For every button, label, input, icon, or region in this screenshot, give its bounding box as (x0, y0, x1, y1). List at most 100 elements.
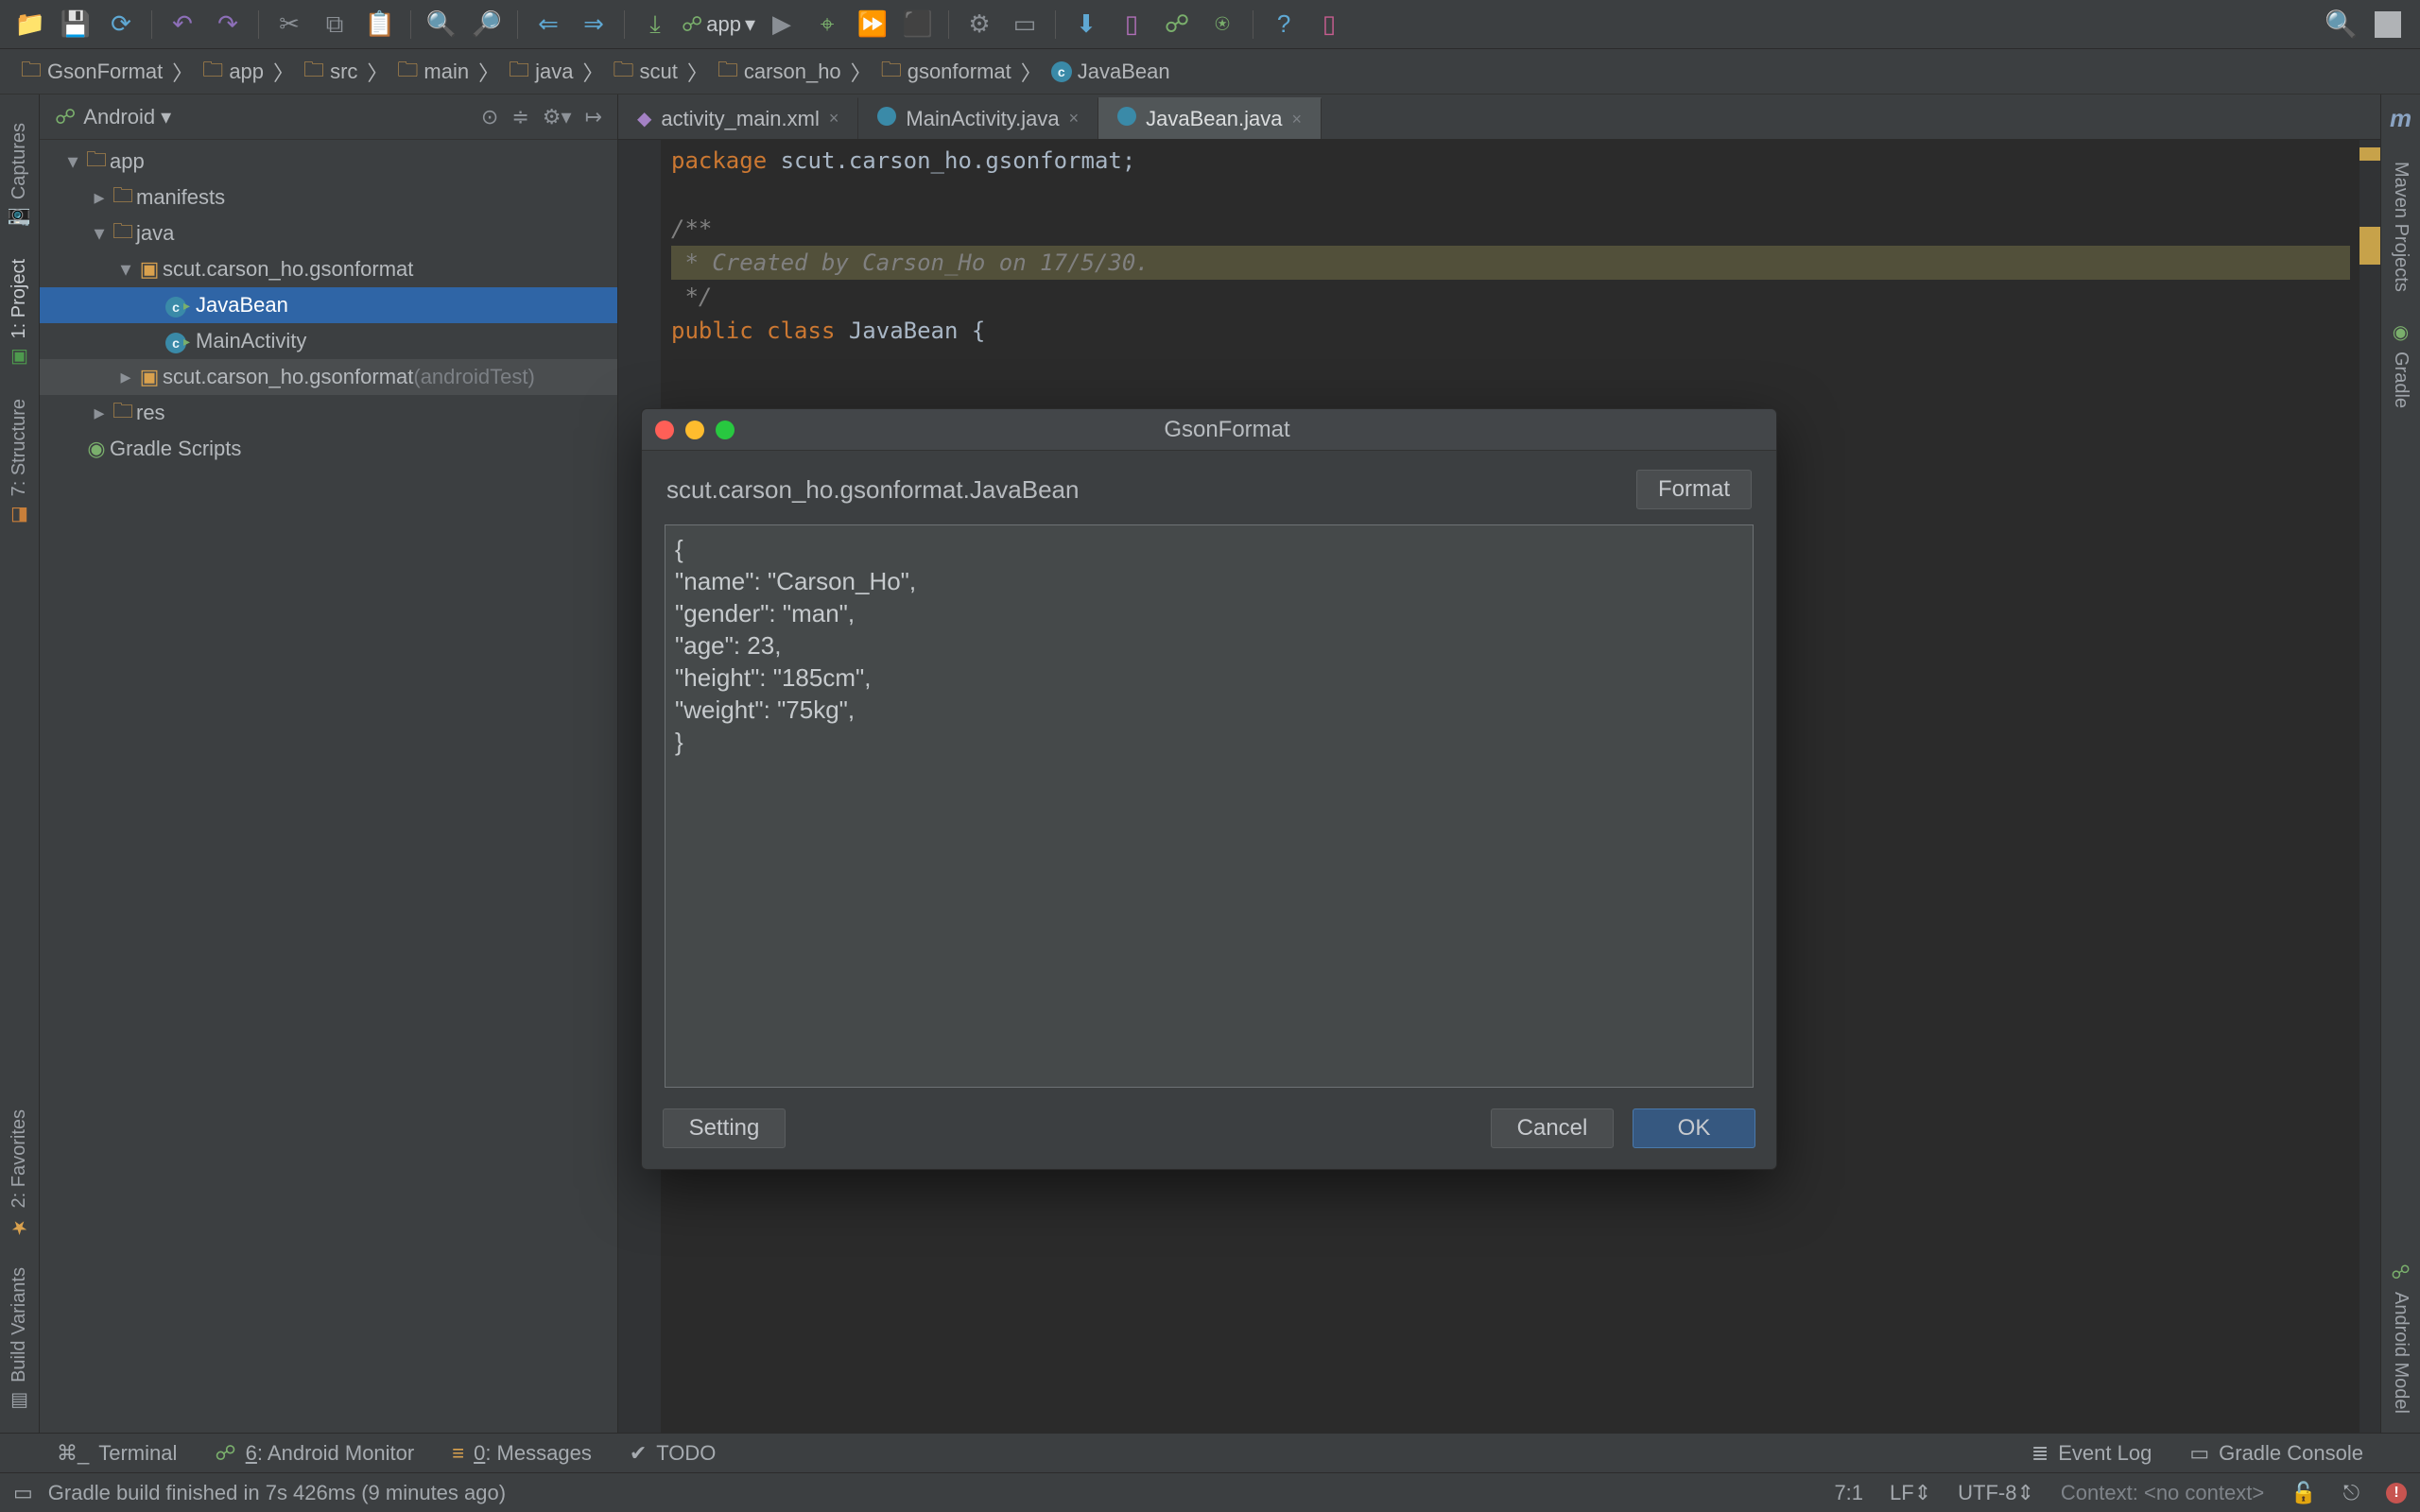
redo-icon[interactable]: ↷ (209, 6, 247, 43)
apply-changes-icon[interactable]: ⏩ (854, 6, 891, 43)
user-avatar-icon[interactable] (2375, 11, 2401, 38)
search-everywhere-icon[interactable]: 🔍 (2325, 9, 2358, 40)
forward-icon[interactable]: ⇒ (575, 6, 613, 43)
tree-row[interactable]: ▣scut.carson_ho.gsonformat (androidTest) (40, 359, 617, 395)
sdk-manager-icon[interactable]: ⬇ (1067, 6, 1105, 43)
open-project-icon[interactable]: 📁 (11, 6, 49, 43)
terminal-tool[interactable]: ⌘_Terminal (57, 1441, 177, 1466)
warning-marker[interactable] (2360, 147, 2380, 161)
main-toolbar: 📁 💾 ⟳ ↶ ↷ ✂ ⧉ 📋 🔍 🔎 ⇐ ⇒ ⤓ ☍ app ▾ ▶ ⌖ ⏩ … (0, 0, 2420, 49)
android-monitor-tool[interactable]: ☍6: Android Monitor (215, 1441, 414, 1466)
editor-tab[interactable]: JavaBean.java× (1098, 97, 1322, 139)
android-icon[interactable]: ⍟ (1203, 6, 1241, 43)
hide-pane-icon[interactable]: ↦ (585, 105, 602, 129)
rail-favorites[interactable]: ★2: Favorites (9, 1109, 30, 1239)
breadcrumb: 🗀 GsonFormat〉🗀 app〉🗀 src〉🗀 main〉🗀 java〉🗀… (0, 49, 2420, 94)
tree-row[interactable]: 🗀res (40, 395, 617, 431)
breadcrumb-item[interactable]: 🗀 GsonFormat (17, 54, 166, 90)
paste-icon[interactable]: 📋 (361, 6, 399, 43)
tree-row[interactable]: c▸JavaBean (40, 287, 617, 323)
status-lock-icon[interactable]: 🔓 (2290, 1481, 2316, 1505)
project-tree[interactable]: 🗀app🗀manifests🗀java▣scut.carson_ho.gsonf… (40, 140, 617, 1433)
project-settings-icon[interactable]: ⚙▾ (543, 105, 572, 129)
gradle-console-tool[interactable]: ▭Gradle Console (2189, 1441, 2363, 1466)
close-window-icon[interactable] (655, 421, 674, 439)
status-encoding[interactable]: UTF-8⇕ (1958, 1481, 2034, 1505)
make-project-icon[interactable]: ⤓ (636, 6, 674, 43)
rail-gradle[interactable]: ◉Gradle (2390, 320, 2411, 408)
highlight-marker[interactable] (2360, 227, 2380, 265)
project-pane-header: ☍ Android ▾ ⊙ ≑ ⚙▾ ↦ (40, 94, 617, 140)
cut-icon[interactable]: ✂ (270, 6, 308, 43)
dialog-title: GsonFormat (678, 417, 1776, 443)
cancel-button[interactable]: Cancel (1491, 1108, 1614, 1148)
toolbar-separator (410, 10, 411, 39)
format-button[interactable]: Format (1636, 470, 1752, 509)
avd-manager-icon[interactable]: ▯ (1113, 6, 1150, 43)
left-tool-rails: 📷Captures ▣1: Project ◧7: Structure ★2: … (0, 94, 40, 1433)
breadcrumb-item[interactable]: 🗀 scut (610, 54, 682, 90)
messages-tool[interactable]: ≡0: Messages (452, 1441, 592, 1466)
find-icon[interactable]: 🔍 (423, 6, 460, 43)
toolbar-separator (624, 10, 625, 39)
breadcrumb-item[interactable]: 🗀 java (505, 54, 577, 90)
close-tab-icon[interactable]: × (1069, 109, 1080, 129)
tree-row[interactable]: 🗀java (40, 215, 617, 251)
editor-markers (2360, 140, 2380, 1433)
breadcrumb-item[interactable]: 🗀 gsonformat (877, 54, 1015, 90)
help-icon[interactable]: ? (1265, 6, 1303, 43)
copy-icon[interactable]: ⧉ (316, 6, 354, 43)
rail-project[interactable]: ▣1: Project (9, 259, 30, 369)
undo-icon[interactable]: ↶ (164, 6, 201, 43)
tree-row[interactable]: ▣scut.carson_ho.gsonformat (40, 251, 617, 287)
rail-structure[interactable]: ◧7: Structure (9, 399, 30, 527)
status-error-icon[interactable]: ! (2386, 1483, 2407, 1503)
tree-row[interactable]: ◉Gradle Scripts (40, 431, 617, 467)
attach-debugger-icon[interactable]: ⬛ (899, 6, 937, 43)
setting-button[interactable]: Setting (663, 1108, 786, 1148)
rail-android-model[interactable]: ☍Android Model (2390, 1261, 2411, 1414)
status-caret-pos[interactable]: 7:1 (1834, 1481, 1863, 1505)
back-icon[interactable]: ⇐ (529, 6, 567, 43)
tree-row[interactable]: c▸MainActivity (40, 323, 617, 359)
breadcrumb-item[interactable]: c JavaBean (1047, 60, 1174, 84)
breadcrumb-item[interactable]: 🗀 src (300, 54, 361, 90)
run-config-dropdown[interactable]: app ▾ (706, 12, 755, 37)
tree-row[interactable]: 🗀app (40, 144, 617, 180)
breadcrumb-item[interactable]: 🗀 main (393, 54, 473, 90)
status-line-sep[interactable]: LF⇕ (1890, 1481, 1931, 1505)
editor-tab[interactable]: MainActivity.java× (858, 97, 1098, 139)
project-mode-dropdown[interactable]: Android ▾ (83, 105, 171, 129)
close-tab-icon[interactable]: × (1291, 110, 1302, 129)
collapse-all-icon[interactable]: ≑ (511, 105, 528, 129)
event-log-tool[interactable]: ≣Event Log (2031, 1441, 2152, 1466)
status-window-icon[interactable]: ▭ (13, 1481, 33, 1505)
ok-button[interactable]: OK (1633, 1108, 1755, 1148)
todo-tool[interactable]: ✔TODO (630, 1441, 717, 1466)
editor-tab[interactable]: ◆activity_main.xml× (618, 97, 858, 139)
tree-row[interactable]: 🗀manifests (40, 180, 617, 215)
rail-captures[interactable]: 📷Captures (8, 123, 31, 231)
replace-icon[interactable]: 🔎 (468, 6, 506, 43)
status-git-icon[interactable]: ⎋ (2343, 1481, 2360, 1505)
breadcrumb-item[interactable]: 🗀 carson_ho (714, 54, 845, 90)
maven-icon[interactable]: m (2390, 104, 2411, 133)
toolbar-separator (517, 10, 518, 39)
sync-icon[interactable]: ⟳ (102, 6, 140, 43)
project-structure-icon[interactable]: ▭ (1006, 6, 1044, 43)
status-context[interactable]: Context: <no context> (2061, 1481, 2264, 1505)
autoscroll-icon[interactable]: ⊙ (481, 105, 498, 129)
debug-icon[interactable]: ⌖ (808, 6, 846, 43)
rail-build-variants[interactable]: ▤Build Variants (9, 1267, 30, 1414)
android-profiler-icon[interactable]: ☍ (1158, 6, 1196, 43)
settings-icon[interactable]: ⚙ (960, 6, 998, 43)
toolbar-separator (151, 10, 152, 39)
dialog-titlebar[interactable]: GsonFormat (642, 409, 1776, 451)
close-tab-icon[interactable]: × (829, 109, 839, 129)
device-icon[interactable]: ▯ (1310, 6, 1348, 43)
save-icon[interactable]: 💾 (57, 6, 95, 43)
run-icon[interactable]: ▶ (763, 6, 801, 43)
json-input-textarea[interactable]: { "name": "Carson_Ho", "gender": "man", … (665, 524, 1754, 1088)
breadcrumb-item[interactable]: 🗀 app (199, 54, 268, 90)
rail-maven[interactable]: Maven Projects (2390, 162, 2411, 292)
